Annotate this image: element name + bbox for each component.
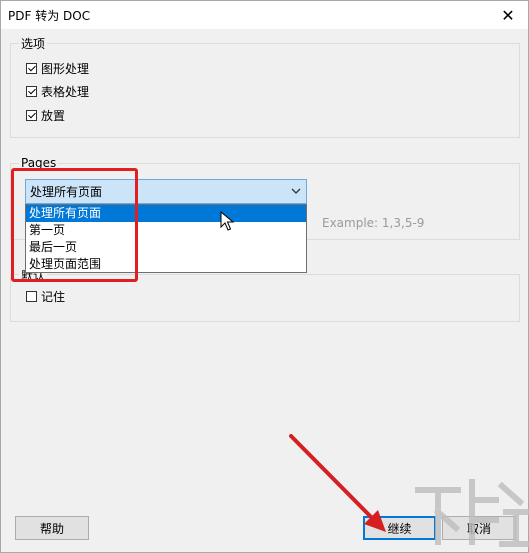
- chevron-down-icon: [291, 188, 301, 194]
- window-title: PDF 转为 DOC: [8, 9, 91, 23]
- help-button[interactable]: 帮助: [15, 516, 89, 540]
- checkbox-box[interactable]: [26, 290, 37, 302]
- checkbox-label: 放置: [41, 108, 66, 123]
- highlight-box: [11, 168, 138, 282]
- checkbox-box[interactable]: [26, 62, 37, 74]
- checkbox-box[interactable]: [26, 85, 37, 97]
- checkbox-remember[interactable]: 记住: [26, 287, 65, 305]
- checkbox-tables[interactable]: 表格处理: [26, 82, 89, 100]
- checkbox-label: 图形处理: [41, 61, 90, 76]
- watermark-logo: [415, 479, 529, 547]
- options-legend: 选项: [19, 35, 48, 52]
- close-button[interactable]: ✕: [488, 1, 528, 29]
- title-bar: PDF 转为 DOC ✕: [1, 1, 528, 29]
- cursor-icon: [220, 211, 235, 231]
- checkbox-box[interactable]: [26, 109, 37, 121]
- page-range-example: Example: 1,3,5-9: [322, 216, 425, 230]
- checkbox-label: 表格处理: [41, 84, 90, 99]
- checkbox-label: 记住: [41, 289, 66, 304]
- checkbox-graphics[interactable]: 图形处理: [26, 59, 89, 77]
- checkbox-placement[interactable]: 放置: [26, 106, 65, 124]
- close-icon: ✕: [501, 5, 515, 25]
